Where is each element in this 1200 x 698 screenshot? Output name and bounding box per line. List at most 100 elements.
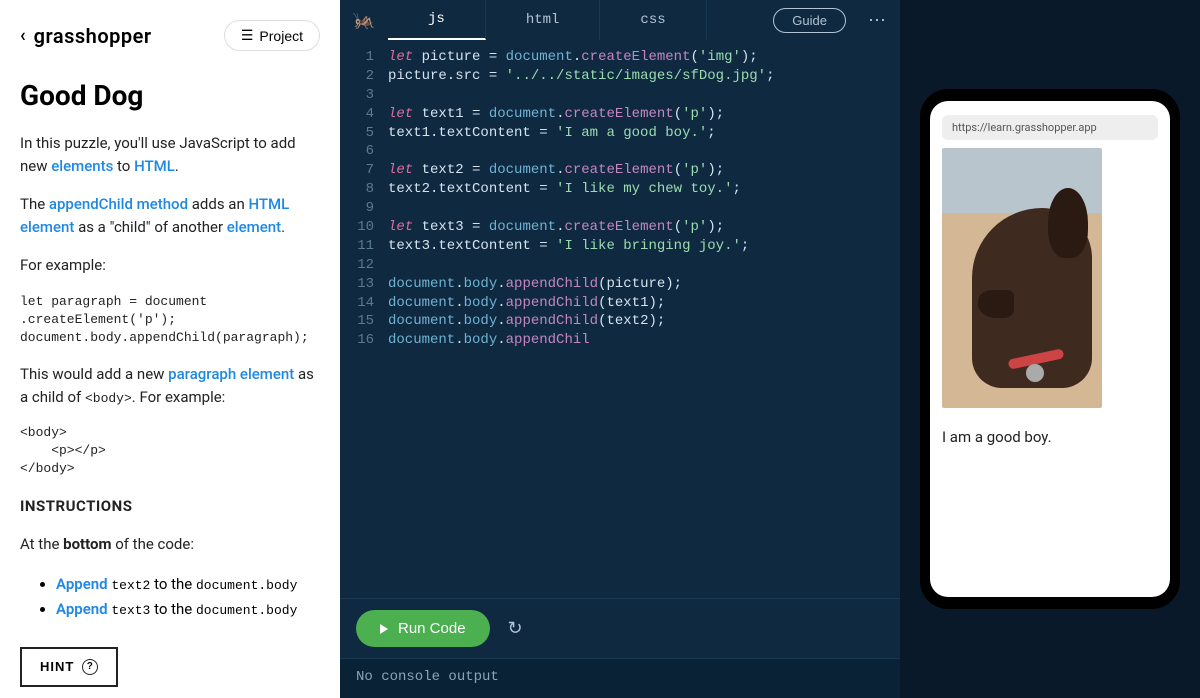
line-number: 8 (340, 180, 388, 199)
play-icon (380, 624, 388, 634)
code-line[interactable]: 13document.body.appendChild(picture); (340, 275, 900, 294)
phone-frame: https://learn.grasshopper.app I am a goo… (920, 89, 1180, 609)
inline-body-tag: <body> (85, 391, 132, 406)
line-content[interactable] (388, 199, 900, 218)
line-content[interactable]: let picture = document.createElement('im… (388, 48, 900, 67)
phone-screen: https://learn.grasshopper.app I am a goo… (930, 101, 1170, 597)
url-bar: https://learn.grasshopper.app (942, 115, 1158, 140)
code-line[interactable]: 1let picture = document.createElement('i… (340, 48, 900, 67)
tab-html[interactable]: html (486, 0, 601, 40)
link-elements[interactable]: elements (51, 157, 113, 175)
back-arrow-icon[interactable]: ‹ (20, 25, 26, 46)
code-editor[interactable]: ↖ 1let picture = document.createElement(… (340, 40, 900, 598)
lesson-sidebar: ‹ grasshopper ☰ Project Good Dog In this… (0, 0, 340, 698)
tab-js[interactable]: js (388, 0, 486, 40)
line-number: 10 (340, 218, 388, 237)
help-icon: ? (82, 659, 98, 675)
line-number: 3 (340, 86, 388, 105)
code-line[interactable]: 6 (340, 142, 900, 161)
run-bar: Run Code ↻ (340, 598, 900, 658)
line-content[interactable] (388, 86, 900, 105)
code-line[interactable]: 12 (340, 256, 900, 275)
line-number: 14 (340, 294, 388, 313)
editor-logo: 🦗 (340, 10, 388, 31)
line-number: 11 (340, 237, 388, 256)
line-number: 5 (340, 124, 388, 143)
link-appendchild-method[interactable]: appendChild method (49, 195, 188, 213)
instruction-item-1: Append text2 to the document.body (56, 572, 320, 598)
run-label: Run Code (398, 620, 466, 637)
phone-content: I am a good boy. (930, 148, 1170, 597)
dog-image (942, 148, 1102, 408)
line-content[interactable]: picture.src = '../../static/images/sfDog… (388, 67, 900, 86)
code-line[interactable]: 14document.body.appendChild(text1); (340, 294, 900, 313)
line-number: 12 (340, 256, 388, 275)
line-number: 9 (340, 199, 388, 218)
line-content[interactable]: let text1 = document.createElement('p'); (388, 105, 900, 124)
link-html[interactable]: HTML (134, 157, 175, 175)
link-element[interactable]: element (227, 218, 281, 236)
desc-p3: For example: (20, 254, 320, 277)
grasshopper-icon: 🦗 (353, 10, 375, 31)
preview-panel: https://learn.grasshopper.app I am a goo… (900, 0, 1200, 698)
instruction-item-2: Append text3 to the document.body (56, 597, 320, 623)
hint-button[interactable]: HINT ? (20, 647, 118, 687)
line-content[interactable]: let text2 = document.createElement('p'); (388, 161, 900, 180)
instructions-list: Append text2 to the document.body Append… (20, 572, 320, 623)
line-content[interactable]: document.body.appendChild(picture); (388, 275, 900, 294)
line-number: 1 (340, 48, 388, 67)
instructions-intro: At the bottom of the code: (20, 533, 320, 556)
line-content[interactable]: text2.textContent = 'I like my chew toy.… (388, 180, 900, 199)
desc-p1: In this puzzle, you'll use JavaScript to… (20, 132, 320, 177)
reload-icon[interactable]: ↻ (508, 618, 523, 639)
brand[interactable]: ‹ grasshopper (20, 24, 152, 48)
hint-label: HINT (40, 659, 74, 674)
code-line[interactable]: 15document.body.appendChild(text2); (340, 312, 900, 331)
line-number: 2 (340, 67, 388, 86)
line-content[interactable]: text1.textContent = 'I am a good boy.'; (388, 124, 900, 143)
line-number: 13 (340, 275, 388, 294)
sidebar-header: ‹ grasshopper ☰ Project (20, 20, 320, 51)
link-paragraph-element[interactable]: paragraph element (168, 365, 294, 383)
tab-css[interactable]: css (600, 0, 706, 40)
code-line[interactable]: 8text2.textContent = 'I like my chew toy… (340, 180, 900, 199)
code-line[interactable]: 16document.body.appendChil (340, 331, 900, 350)
run-code-button[interactable]: Run Code (356, 610, 490, 647)
code-sample-2: <body> <p></p> </body> (20, 424, 320, 479)
line-number: 7 (340, 161, 388, 180)
brand-name: grasshopper (34, 24, 152, 48)
line-content[interactable]: let text3 = document.createElement('p'); (388, 218, 900, 237)
project-button[interactable]: ☰ Project (224, 20, 320, 51)
code-line[interactable]: 7let text2 = document.createElement('p')… (340, 161, 900, 180)
line-content[interactable] (388, 256, 900, 275)
code-sample-1: let paragraph = document .createElement(… (20, 293, 320, 348)
code-line[interactable]: 9 (340, 199, 900, 218)
lesson-title: Good Dog (20, 79, 320, 112)
lesson-description: In this puzzle, you'll use JavaScript to… (20, 132, 320, 623)
list-icon: ☰ (241, 27, 254, 44)
editor-area: 🦗 js html css Guide ⋯ ↖ 1let picture = d… (340, 0, 900, 698)
desc-p4: This would add a new paragraph element a… (20, 363, 320, 408)
line-number: 16 (340, 331, 388, 350)
line-content[interactable]: document.body.appendChild(text1); (388, 294, 900, 313)
code-line[interactable]: 2picture.src = '../../static/images/sfDo… (340, 67, 900, 86)
line-content[interactable]: text3.textContent = 'I like bringing joy… (388, 237, 900, 256)
line-number: 4 (340, 105, 388, 124)
desc-p2: The appendChild method adds an HTML elem… (20, 193, 320, 238)
guide-button[interactable]: Guide (773, 8, 846, 33)
code-line[interactable]: 11text3.textContent = 'I like bringing j… (340, 237, 900, 256)
code-line[interactable]: 4let text1 = document.createElement('p')… (340, 105, 900, 124)
more-icon[interactable]: ⋯ (854, 10, 900, 31)
code-line[interactable]: 3 (340, 86, 900, 105)
preview-text-1: I am a good boy. (942, 428, 1158, 446)
code-line[interactable]: 10let text3 = document.createElement('p'… (340, 218, 900, 237)
line-number: 6 (340, 142, 388, 161)
code-line[interactable]: 5text1.textContent = 'I am a good boy.'; (340, 124, 900, 143)
line-number: 15 (340, 312, 388, 331)
line-content[interactable]: document.body.appendChil (388, 331, 900, 350)
line-content[interactable]: document.body.appendChild(text2); (388, 312, 900, 331)
instructions-heading: INSTRUCTIONS (20, 495, 320, 518)
line-content[interactable] (388, 142, 900, 161)
project-label: Project (259, 28, 303, 44)
console-output: No console output (340, 658, 900, 698)
